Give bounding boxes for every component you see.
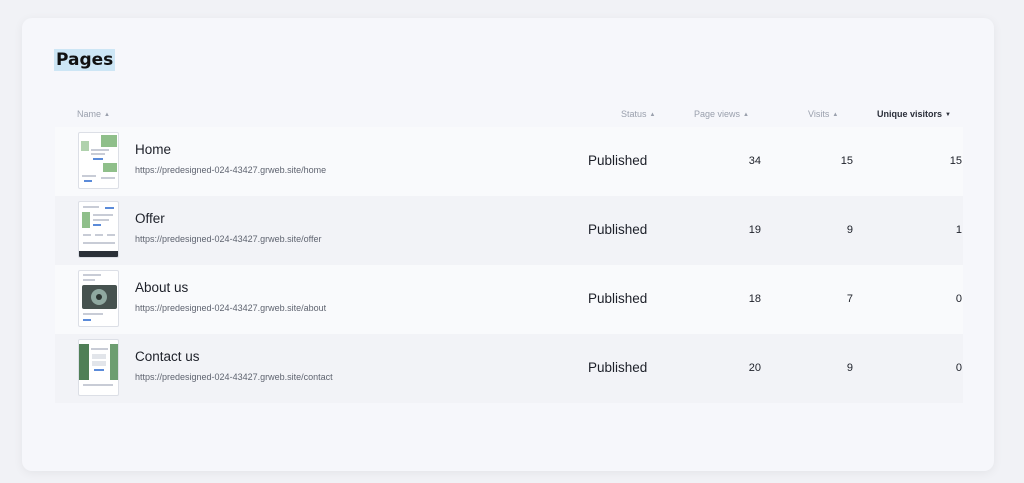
caret-up-icon: ▲ xyxy=(104,112,110,118)
page-thumbnail[interactable] xyxy=(78,270,119,327)
unique-visitors-value: 1 xyxy=(955,224,962,236)
page-thumbnail[interactable] xyxy=(78,339,119,396)
column-header-page-views-label: Page views xyxy=(694,109,741,119)
page-name[interactable]: Home xyxy=(135,141,171,159)
status-text: Published xyxy=(588,360,648,375)
page-name[interactable]: Contact us xyxy=(135,348,200,366)
column-header-unique-visitors[interactable]: Unique visitors ▼ xyxy=(877,108,951,121)
visits-value: 9 xyxy=(846,362,853,374)
table-row[interactable]: Offer https://predesigned-024-43427.grwe… xyxy=(55,196,963,265)
column-header-status[interactable]: Status ▲ xyxy=(621,108,655,121)
visits-value: 9 xyxy=(846,224,853,236)
page-views-value: 18 xyxy=(748,293,761,305)
table-row[interactable]: Home https://predesigned-024-43427.grweb… xyxy=(55,127,963,196)
column-header-page-views[interactable]: Page views ▲ xyxy=(694,108,749,121)
page-thumbnail[interactable] xyxy=(78,201,119,258)
column-header-name-label: Name xyxy=(77,109,102,119)
column-header-visits-label: Visits xyxy=(808,109,830,119)
unique-visitors-value: 0 xyxy=(955,362,962,374)
status-text: Published xyxy=(588,291,648,306)
unique-visitors-value: 0 xyxy=(955,293,962,305)
table-row[interactable]: Contact us https://predesigned-024-43427… xyxy=(55,334,963,403)
visits-value: 15 xyxy=(840,155,853,167)
status-text: Published xyxy=(588,153,648,168)
table-row[interactable]: About us https://predesigned-024-43427.g… xyxy=(55,265,963,334)
page-url[interactable]: https://predesigned-024-43427.grweb.site… xyxy=(135,233,321,245)
page-thumbnail[interactable] xyxy=(78,132,119,189)
caret-up-icon: ▲ xyxy=(743,112,749,118)
column-header-name[interactable]: Name ▲ xyxy=(77,108,110,121)
column-header-unique-visitors-label: Unique visitors xyxy=(877,109,943,119)
visits-value: 7 xyxy=(846,293,853,305)
page-title: Pages xyxy=(54,49,116,71)
caret-up-icon: ▲ xyxy=(832,112,839,118)
status-text: Published xyxy=(588,222,648,237)
page-views-value: 20 xyxy=(748,362,761,374)
page-url[interactable]: https://predesigned-024-43427.grweb.site… xyxy=(135,371,333,383)
page-views-value: 34 xyxy=(748,155,761,167)
unique-visitors-value: 15 xyxy=(949,155,962,167)
page-name[interactable]: About us xyxy=(135,279,188,297)
page-name[interactable]: Offer xyxy=(135,210,165,228)
caret-up-icon: ▲ xyxy=(649,112,656,118)
page-views-value: 19 xyxy=(748,224,761,236)
column-header-status-label: Status xyxy=(621,109,647,119)
column-header-visits[interactable]: Visits ▲ xyxy=(808,108,838,121)
page-url[interactable]: https://predesigned-024-43427.grweb.site… xyxy=(135,164,326,176)
pages-card: Pages Name ▲ Status ▲ Page views ▲ Visits ▲ … xyxy=(22,18,994,471)
page-url[interactable]: https://predesigned-024-43427.grweb.site… xyxy=(135,302,326,314)
caret-down-icon: ▼ xyxy=(945,112,951,118)
